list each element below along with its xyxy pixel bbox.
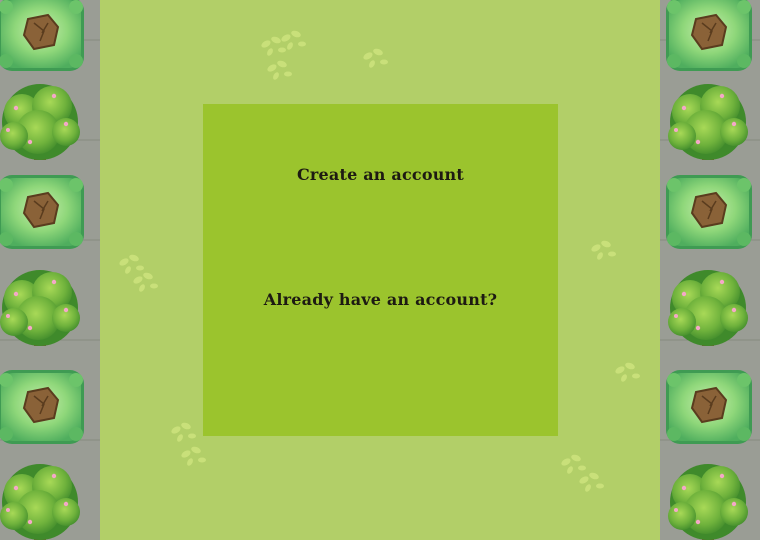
grass-tuft-icon (614, 361, 640, 383)
tree-stump-hedge-icon (665, 369, 753, 445)
grass-tuft-icon (118, 253, 144, 275)
grass-tuft-icon (590, 239, 616, 261)
tree-stump-hedge-icon (0, 0, 85, 72)
grass-tuft-icon (170, 421, 196, 443)
tree-stump-hedge-icon (0, 174, 85, 250)
grass-tuft-icon (362, 47, 388, 69)
grass-tuft-icon (578, 471, 604, 493)
tree-stump-hedge-icon (665, 174, 753, 250)
auth-menu-panel: Create an account Already have an accoun… (203, 104, 558, 436)
grass-tuft-icon (280, 29, 306, 51)
login-link[interactable]: Already have an account? (203, 290, 558, 309)
create-account-button[interactable]: Create an account (203, 165, 558, 184)
tree-stump-hedge-icon (665, 0, 753, 72)
grass-tuft-icon (266, 59, 292, 81)
grass-tuft-icon (132, 271, 158, 293)
grass-tuft-icon (180, 445, 206, 467)
tree-stump-hedge-icon (0, 369, 85, 445)
grass-tuft-icon (560, 453, 586, 475)
